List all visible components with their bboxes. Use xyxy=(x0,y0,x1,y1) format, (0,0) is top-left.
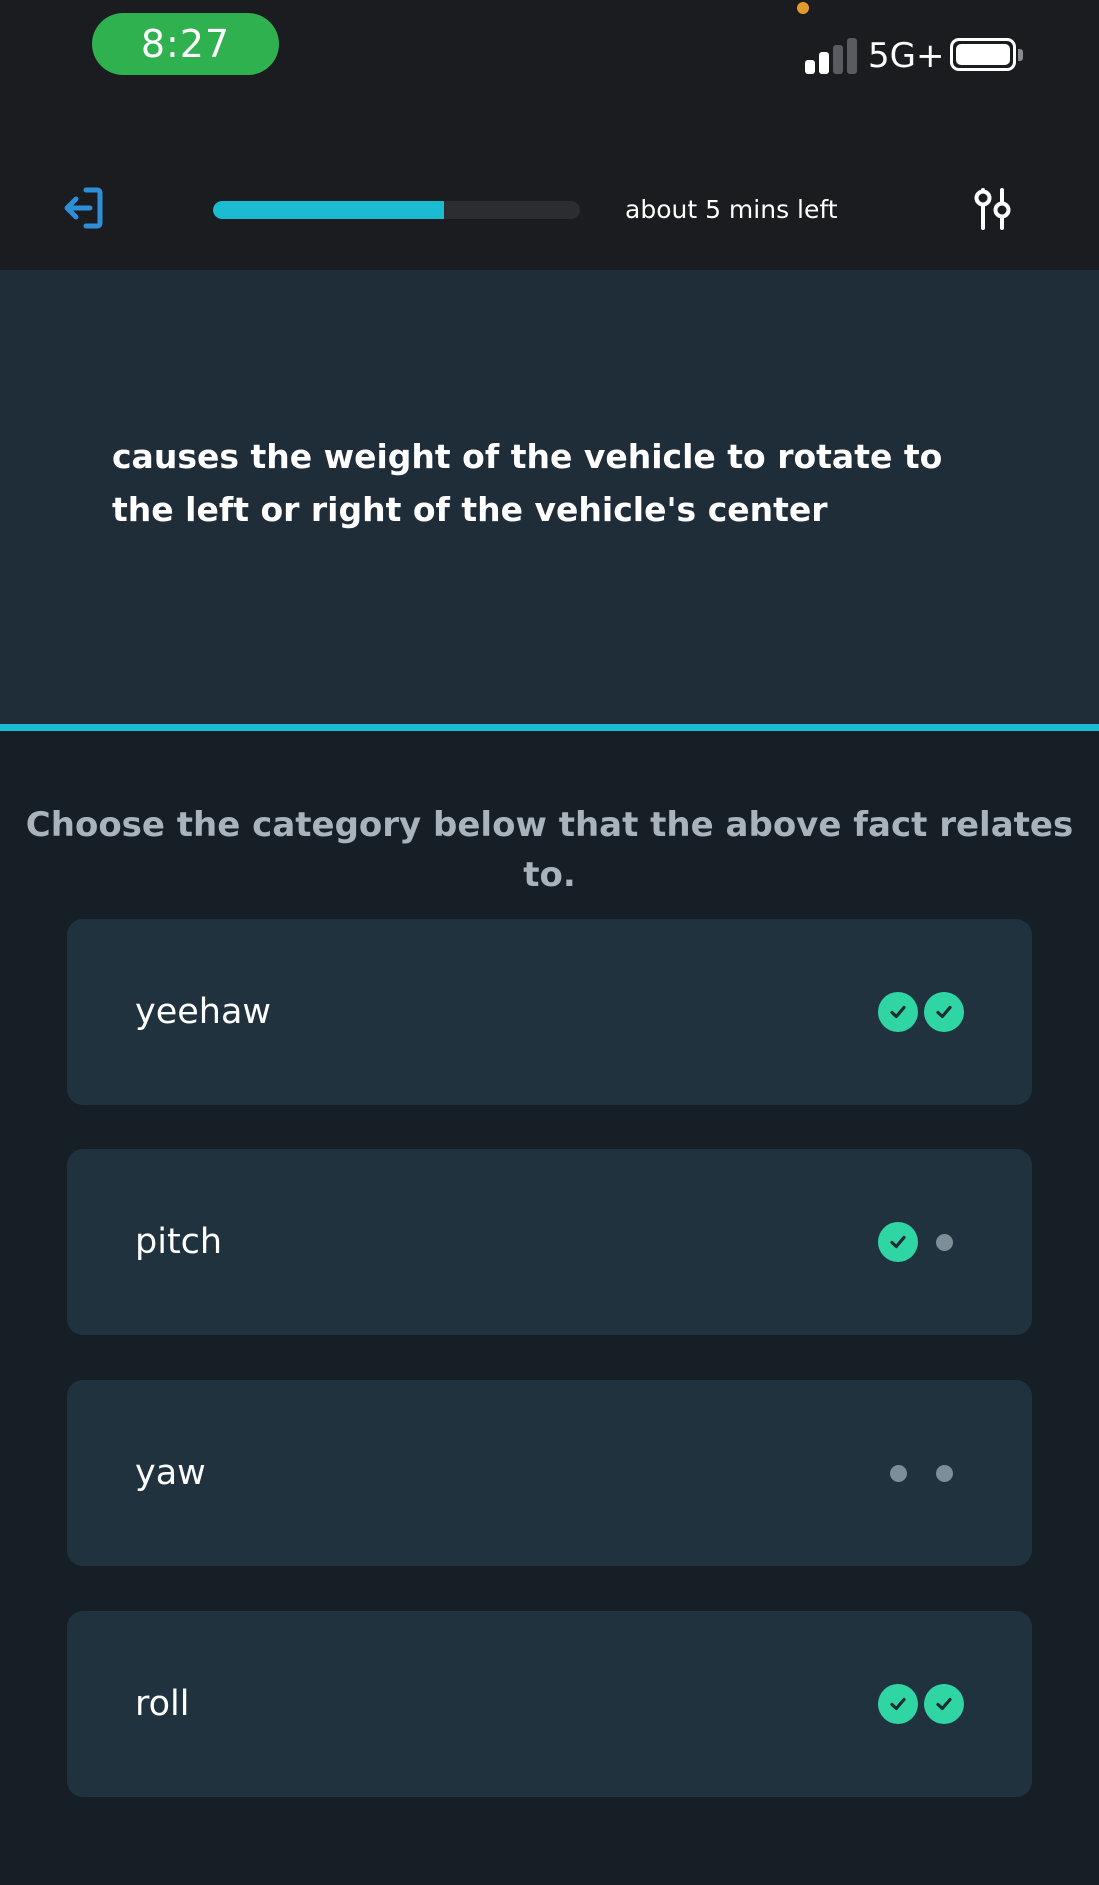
exit-icon xyxy=(64,187,103,229)
progress-bar xyxy=(213,201,580,219)
check-icon xyxy=(878,992,918,1032)
battery-icon xyxy=(950,38,1016,71)
option-label: roll xyxy=(135,1684,190,1724)
settings-button[interactable] xyxy=(970,186,1016,232)
empty-mark xyxy=(924,1453,964,1493)
network-type: 5G+ xyxy=(868,36,945,76)
option-yeehaw[interactable]: yeehaw xyxy=(67,919,1032,1105)
check-icon xyxy=(878,1684,918,1724)
exit-button[interactable] xyxy=(60,183,110,233)
time-left-label: about 5 mins left xyxy=(625,195,838,224)
check-mark xyxy=(924,992,964,1032)
mastery-marks xyxy=(878,992,964,1032)
dot-icon xyxy=(889,1464,907,1482)
option-pitch[interactable]: pitch xyxy=(67,1149,1032,1335)
option-roll[interactable]: roll xyxy=(67,1611,1032,1797)
fact-text: causes the weight of the vehicle to rota… xyxy=(112,437,943,529)
signal-icon xyxy=(805,38,859,74)
progress-bar-fill xyxy=(213,201,445,219)
option-yaw[interactable]: yaw xyxy=(67,1380,1032,1566)
fact-card: causes the weight of the vehicle to rota… xyxy=(0,270,1099,725)
battery-tip xyxy=(1018,49,1023,61)
sliders-icon xyxy=(974,188,1011,230)
dot-icon xyxy=(935,1464,953,1482)
quiz-screen: 8:27 5G+ about 5 mins left causes the we… xyxy=(0,0,1099,1885)
dot-icon xyxy=(935,1233,953,1251)
check-mark xyxy=(878,992,918,1032)
option-label: yaw xyxy=(135,1453,206,1493)
check-icon xyxy=(924,1684,964,1724)
check-mark xyxy=(878,1684,918,1724)
check-mark xyxy=(924,1684,964,1724)
option-label: pitch xyxy=(135,1222,223,1262)
check-icon xyxy=(878,1222,918,1262)
mastery-marks xyxy=(878,1222,964,1262)
check-mark xyxy=(878,1222,918,1262)
status-time[interactable]: 8:27 xyxy=(92,13,279,75)
top-bar: 8:27 5G+ about 5 mins left xyxy=(0,0,1099,270)
mastery-marks xyxy=(878,1684,964,1724)
empty-mark xyxy=(878,1453,918,1493)
accent-divider xyxy=(0,724,1099,731)
mastery-marks xyxy=(878,1453,964,1493)
question-prompt: Choose the category below that the above… xyxy=(25,805,1074,895)
option-label: yeehaw xyxy=(135,992,272,1032)
check-icon xyxy=(924,992,964,1032)
privacy-indicator-icon xyxy=(797,2,809,14)
empty-mark xyxy=(924,1222,964,1262)
